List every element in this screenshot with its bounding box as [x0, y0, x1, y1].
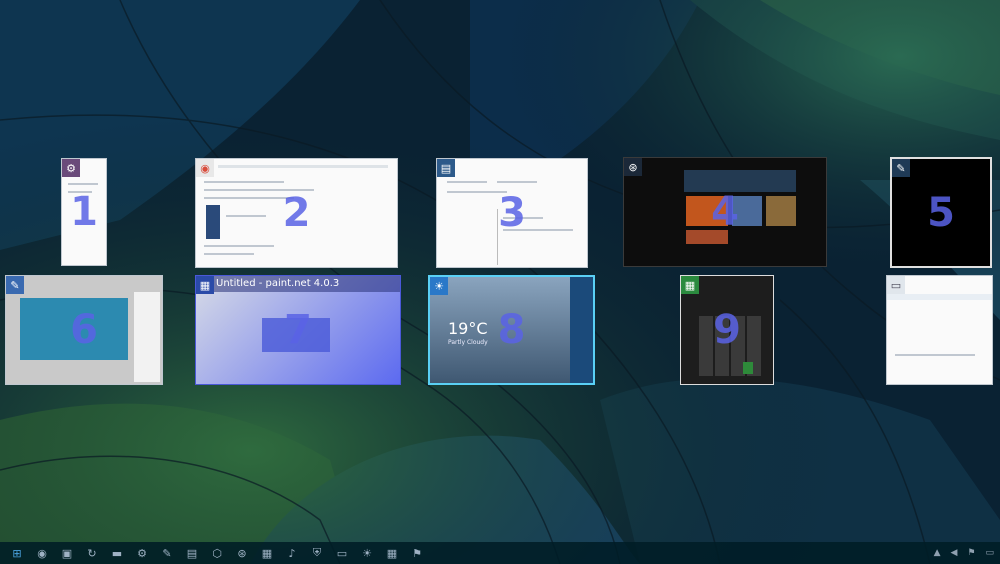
- steam-icon[interactable]: ⊛: [231, 544, 253, 562]
- box-icon[interactable]: ⬡: [206, 544, 228, 562]
- weather-icon[interactable]: ☀: [356, 544, 378, 562]
- window-number-1: 1: [70, 189, 98, 235]
- folder-icon[interactable]: ▣: [56, 544, 78, 562]
- music-icon[interactable]: ♪: [281, 544, 303, 562]
- window-thumbnail-10[interactable]: ▭: [886, 275, 993, 385]
- window-number-9: 9: [713, 307, 741, 353]
- start-icon[interactable]: ⊞: [6, 544, 28, 562]
- window-thumbnail-3[interactable]: ▤ 3: [436, 158, 588, 268]
- volume-icon[interactable]: ◀: [950, 548, 957, 558]
- terminal-icon[interactable]: ▭: [331, 544, 353, 562]
- text-line: [447, 181, 487, 183]
- paint-icon-2[interactable]: ▦: [256, 544, 278, 562]
- text-line: [204, 245, 274, 247]
- chrome-icon: ◉: [196, 159, 214, 177]
- desktop: ⚙ 1 ◉ 2 ▤ 3 ⊛ 4 ✎ 5 ✎ 6 ▦ Untitled - pai…: [0, 0, 1000, 564]
- text-line: [497, 181, 537, 183]
- window-thumbnail-8[interactable]: ☀ 19°C Partly Cloudy 8: [428, 275, 595, 385]
- settings-icon[interactable]: ⚙: [131, 544, 153, 562]
- text-line: [204, 253, 254, 255]
- text-line: [218, 165, 388, 168]
- shield-icon[interactable]: ⛨: [306, 544, 328, 562]
- calculator-icon[interactable]: ▦: [381, 544, 403, 562]
- system-tray: ▲ ◀ ⚑ ▭: [934, 542, 994, 564]
- notepad-icon[interactable]: ▤: [181, 544, 203, 562]
- refresh-icon[interactable]: ↻: [81, 544, 103, 562]
- window-number-2: 2: [282, 190, 311, 236]
- sublime-icon: ✎: [892, 159, 910, 177]
- calculator-icon: ▦: [681, 276, 699, 294]
- window-thumbnail-9[interactable]: ▦ 9: [680, 275, 774, 385]
- window-thumbnail-1[interactable]: ⚙ 1: [61, 158, 107, 266]
- flag-icon[interactable]: ⚑: [967, 548, 975, 558]
- window-number-8: 8: [497, 307, 526, 353]
- chrome-icon[interactable]: ◉: [31, 544, 53, 562]
- text-line: [204, 181, 284, 183]
- window-title: Untitled - paint.net 4.0.3: [216, 278, 340, 289]
- control-panel-icon: ▤: [437, 159, 455, 177]
- paint-icon[interactable]: ✎: [156, 544, 178, 562]
- toolbar: [887, 294, 992, 300]
- network-icon[interactable]: ▲: [934, 548, 941, 558]
- steam-icon: ⊛: [624, 158, 642, 176]
- paint-icon: ✎: [6, 276, 24, 294]
- settings-app-icon: ⚙: [62, 159, 80, 177]
- equals-key: [743, 362, 753, 374]
- paintnet-icon: ▦: [196, 276, 214, 294]
- flag-icon[interactable]: ⚑: [406, 544, 428, 562]
- window-number-4: 4: [711, 189, 739, 235]
- window-number-6: 6: [70, 307, 98, 353]
- window-thumbnail-6[interactable]: ✎ 6: [5, 275, 163, 385]
- text-line: [68, 183, 98, 185]
- chat-icon[interactable]: ▭: [985, 548, 994, 558]
- weather-icon: ☀: [430, 277, 448, 295]
- window-thumbnail-5[interactable]: ✎ 5: [890, 157, 992, 268]
- explorer-icon[interactable]: ▬: [106, 544, 128, 562]
- window-thumbnail-2[interactable]: ◉ 2: [195, 158, 398, 268]
- notepad-icon: ▭: [887, 276, 905, 294]
- window-thumbnail-7[interactable]: ▦ Untitled - paint.net 4.0.3 7: [195, 275, 401, 385]
- taskbar: ⊞ ◉ ▣ ↻ ▬ ⚙ ✎ ▤ ⬡ ⊛ ▦ ♪ ⛨ ▭ ☀ ▦ ⚑ ▲ ◀ ⚑ …: [0, 542, 1000, 564]
- window-thumbnail-4[interactable]: ⊛ 4: [623, 157, 827, 267]
- window-number-7: 7: [284, 307, 312, 353]
- window-number-3: 3: [498, 190, 526, 236]
- window-number-5: 5: [927, 189, 955, 236]
- text-line: [895, 354, 975, 356]
